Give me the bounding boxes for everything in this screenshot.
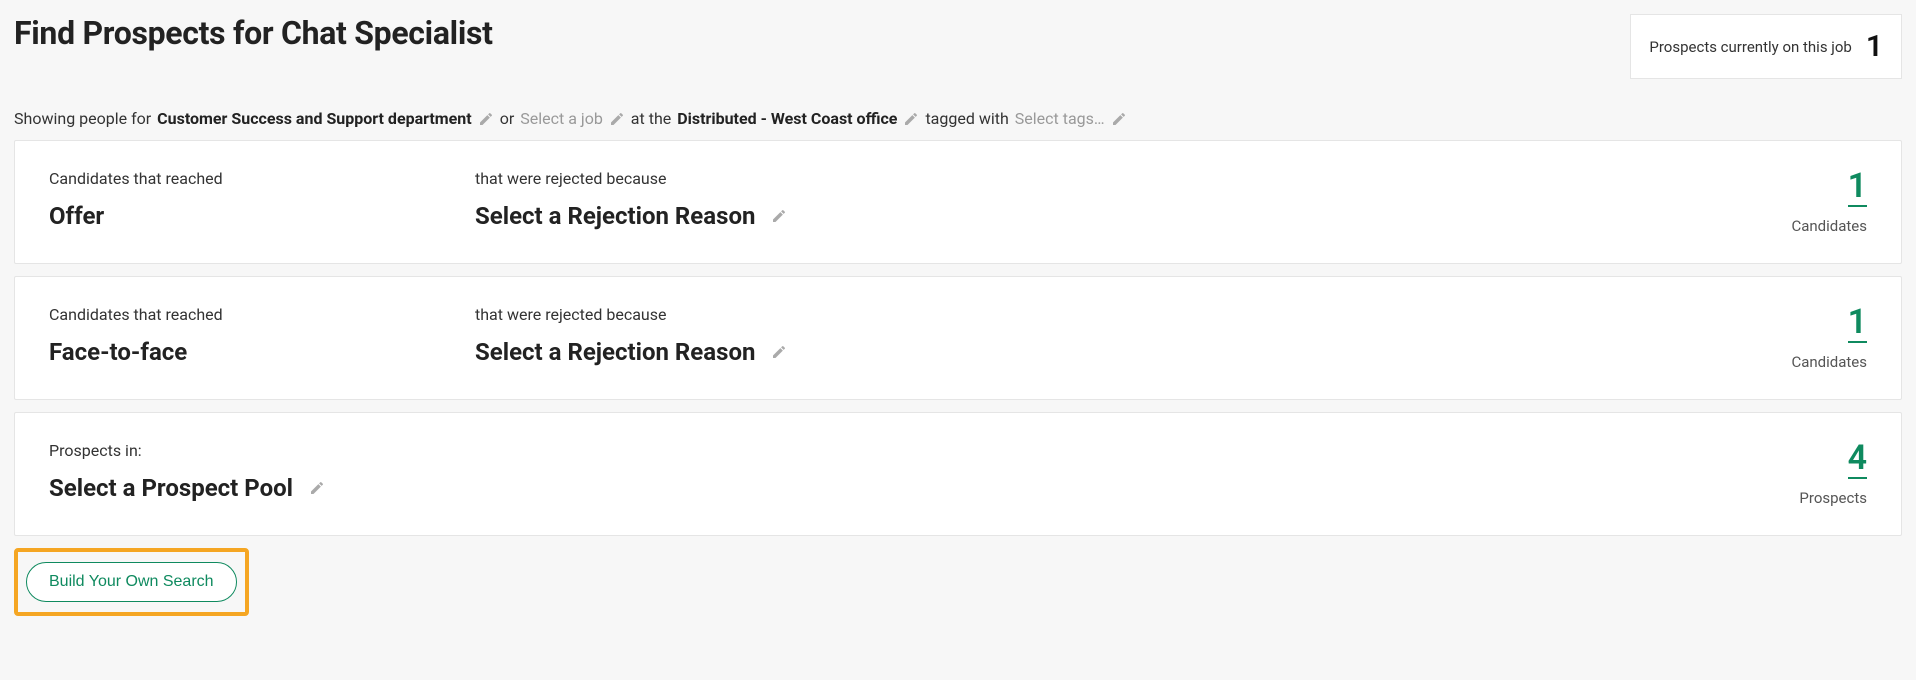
prospect-card: Prospects in: Select a Prospect Pool 4 P… [14, 412, 1902, 536]
reason-value[interactable]: Select a Rejection Reason [475, 338, 787, 366]
prospect-count-link[interactable]: 4 [1848, 441, 1867, 479]
candidate-count-link[interactable]: 1 [1848, 305, 1867, 343]
count-label: Prospects [1767, 489, 1867, 507]
reason-value[interactable]: Select a Rejection Reason [475, 202, 787, 230]
stage-value[interactable]: Offer [49, 202, 104, 230]
filter-or: or [500, 109, 515, 128]
pencil-icon[interactable] [609, 111, 625, 127]
filter-tagged-with: tagged with [925, 109, 1008, 128]
prospect-pool-text: Select a Prospect Pool [49, 474, 293, 502]
pencil-icon[interactable] [771, 208, 787, 224]
summary-label: Prospects currently on this job [1649, 38, 1851, 56]
reason-label: that were rejected because [475, 305, 1767, 324]
summary-count: 1 [1866, 29, 1883, 64]
stage-label: Candidates that reached [49, 169, 475, 188]
filter-department[interactable]: Customer Success and Support department [157, 109, 472, 128]
reason-label: that were rejected because [475, 169, 1767, 188]
prospect-pool-value[interactable]: Select a Prospect Pool [49, 474, 325, 502]
build-search-highlight: Build Your Own Search [14, 548, 249, 616]
filter-at-the: at the [631, 109, 671, 128]
count-label: Candidates [1767, 217, 1867, 235]
prospects-summary-badge: Prospects currently on this job 1 [1630, 14, 1902, 79]
filter-job-placeholder[interactable]: Select a job [520, 109, 603, 128]
page-title: Find Prospects for Chat Specialist [14, 14, 493, 52]
build-your-own-search-button[interactable]: Build Your Own Search [26, 562, 237, 602]
prospect-card: Candidates that reached Face-to-face tha… [14, 276, 1902, 400]
reason-value-text: Select a Rejection Reason [475, 202, 755, 230]
candidate-count-link[interactable]: 1 [1848, 169, 1867, 207]
stage-label: Candidates that reached [49, 305, 475, 324]
stage-value-text: Offer [49, 202, 104, 230]
reason-value-text: Select a Rejection Reason [475, 338, 755, 366]
pencil-icon[interactable] [478, 111, 494, 127]
stage-value[interactable]: Face-to-face [49, 338, 187, 366]
pencil-icon[interactable] [903, 111, 919, 127]
filter-sentence: Showing people for Customer Success and … [14, 109, 1902, 128]
pencil-icon[interactable] [309, 480, 325, 496]
count-label: Candidates [1767, 353, 1867, 371]
pencil-icon[interactable] [771, 344, 787, 360]
pencil-icon[interactable] [1111, 111, 1127, 127]
filter-office[interactable]: Distributed - West Coast office [677, 109, 897, 128]
stage-label: Prospects in: [49, 441, 1767, 460]
filter-tags-placeholder[interactable]: Select tags… [1015, 109, 1105, 128]
prospect-card: Candidates that reached Offer that were … [14, 140, 1902, 264]
filter-prefix: Showing people for [14, 109, 151, 128]
stage-value-text: Face-to-face [49, 338, 187, 366]
